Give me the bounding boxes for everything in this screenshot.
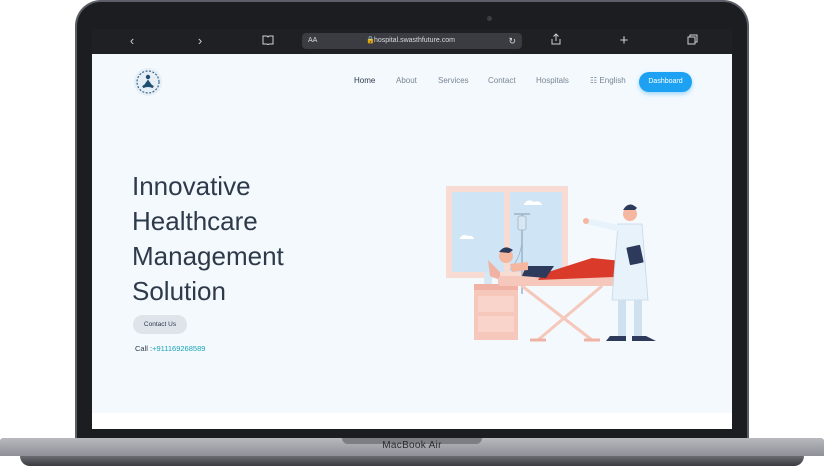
- web-page: Home About Services Contact Hospitals ☷ …: [92, 54, 732, 414]
- share-icon[interactable]: [548, 33, 564, 49]
- laptop-screen: ‹ › AA 🔒 hospital.swasthfuture.com ↻ + H…: [92, 29, 732, 429]
- text-size-button[interactable]: AA: [308, 33, 317, 49]
- phone-link[interactable]: +911169268589: [152, 344, 205, 353]
- hero-title-line: Management: [132, 241, 284, 271]
- hospital-bed-illustration: [446, 186, 656, 342]
- hero-title-line: Healthcare: [132, 206, 258, 236]
- hero-title: Innovative Healthcare Management Solutio…: [132, 169, 362, 309]
- contact-us-button[interactable]: Contact Us: [133, 315, 187, 334]
- plus-icon[interactable]: +: [616, 33, 632, 49]
- nav-home[interactable]: Home: [354, 76, 375, 85]
- call-line: Call :+911169268589: [135, 344, 205, 353]
- base-bottom: [20, 456, 804, 466]
- meditation-logo-icon[interactable]: [134, 68, 162, 96]
- chevron-right-icon[interactable]: ›: [192, 33, 208, 49]
- url-text[interactable]: hospital.swasthfuture.com: [374, 33, 455, 49]
- browser-toolbar: ‹ › AA 🔒 hospital.swasthfuture.com ↻ +: [92, 29, 732, 54]
- nav-contact[interactable]: Contact: [488, 76, 516, 85]
- reload-icon[interactable]: ↻: [508, 33, 516, 49]
- call-label: Call :: [135, 344, 153, 353]
- language-selector[interactable]: ☷ English: [590, 76, 626, 85]
- nav-about[interactable]: About: [396, 76, 417, 85]
- book-icon[interactable]: [260, 33, 276, 49]
- camera: [487, 16, 492, 21]
- address-bar[interactable]: AA 🔒 hospital.swasthfuture.com ↻: [302, 33, 522, 49]
- nav-services[interactable]: Services: [438, 76, 469, 85]
- page-footer-strip: [92, 413, 732, 429]
- nav-hospitals[interactable]: Hospitals: [536, 76, 569, 85]
- chevron-left-icon[interactable]: ‹: [124, 33, 140, 49]
- tabs-icon[interactable]: [684, 33, 700, 49]
- model-label: MacBook Air: [382, 440, 442, 451]
- translate-icon: ☷: [590, 76, 598, 85]
- hero-title-line: Innovative: [132, 171, 251, 201]
- dashboard-button[interactable]: Dashboard: [639, 72, 692, 92]
- hero-title-line: Solution: [132, 276, 226, 306]
